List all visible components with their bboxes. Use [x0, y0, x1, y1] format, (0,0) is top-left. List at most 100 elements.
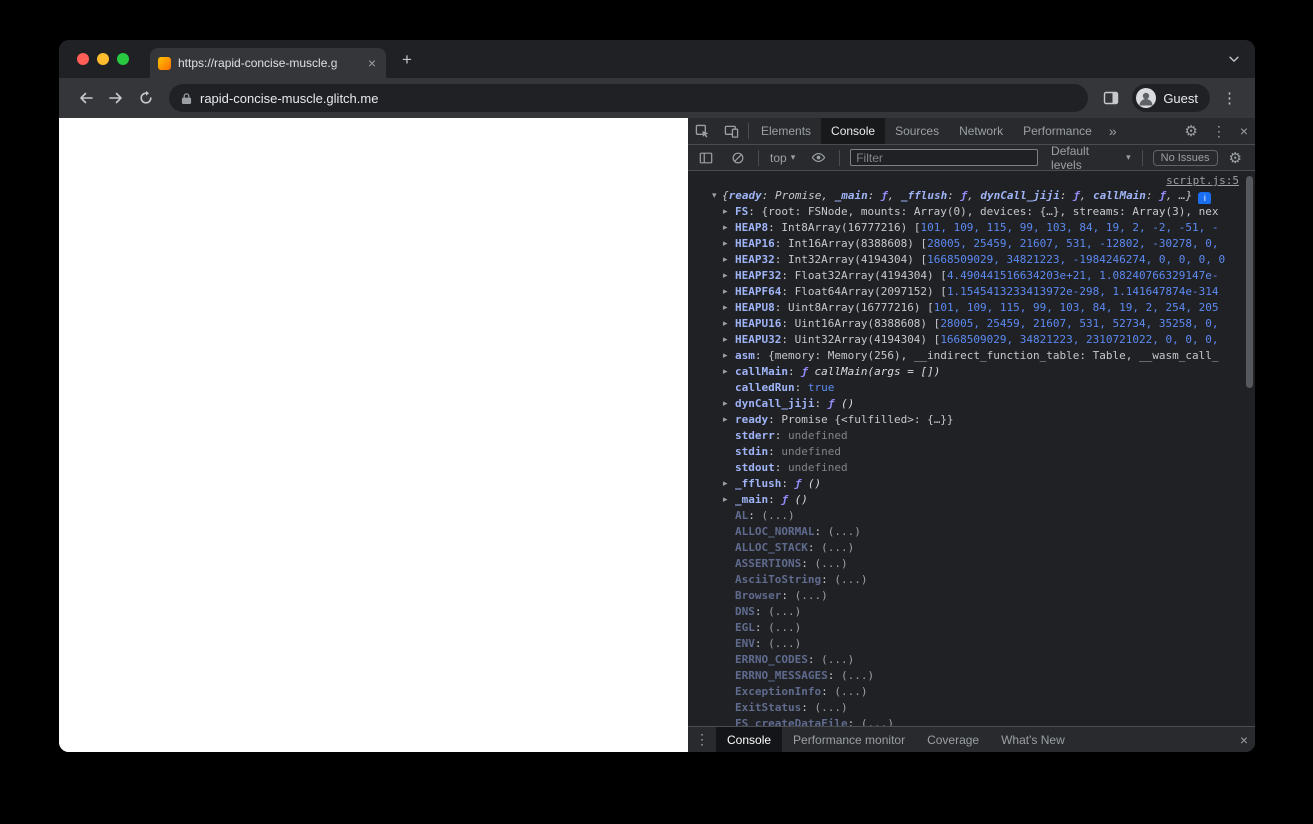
expand-arrow-icon[interactable]: ▸ [723, 476, 728, 492]
tab-network[interactable]: Network [949, 118, 1013, 144]
scrollbar-thumb[interactable] [1246, 176, 1253, 388]
back-button[interactable] [71, 83, 101, 113]
drawer-menu-button[interactable]: ⋮ [688, 731, 716, 748]
getter-ellipsis[interactable]: (...) [841, 669, 874, 682]
devtools-settings-button[interactable]: ⚙ [1177, 122, 1204, 140]
getter-ellipsis[interactable]: (...) [834, 573, 867, 586]
console-text: AL [735, 509, 749, 522]
console-text: : [807, 653, 822, 666]
log-levels-select[interactable]: Default levels ▾ [1046, 144, 1136, 172]
device-toolbar-button[interactable] [717, 118, 746, 144]
getter-ellipsis[interactable]: (...) [762, 509, 795, 522]
console-row[interactable]: ▸ _fflush: ƒ () [688, 476, 1255, 492]
console-text: : Uint8Array(16777216) [ [774, 301, 934, 314]
side-panel-button[interactable] [1096, 83, 1126, 113]
url-bar[interactable] [169, 84, 1089, 112]
console-row: ENV: (...) [688, 636, 1255, 652]
drawer-close-button[interactable]: × [1233, 732, 1255, 748]
expand-arrow-icon[interactable]: ▸ [723, 332, 728, 348]
expand-arrow-icon[interactable]: ▸ [723, 348, 728, 364]
expand-arrow-icon[interactable]: ▸ [723, 316, 728, 332]
console-row[interactable]: ▸ HEAPU16: Uint16Array(8388608) [28005, 2… [688, 316, 1255, 332]
new-tab-button[interactable]: + [396, 49, 418, 70]
getter-ellipsis[interactable]: (...) [768, 637, 801, 650]
console-row[interactable]: ▸ callMain: ƒ callMain(args = []) [688, 364, 1255, 380]
devtools-close-button[interactable]: × [1233, 123, 1255, 139]
forward-button[interactable] [101, 83, 131, 113]
console-row[interactable]: ▸ HEAPF32: Float32Array(4194304) [4.49044… [688, 268, 1255, 284]
console-text: : [847, 717, 861, 726]
console-row[interactable]: ▾ {ready: Promise, _main: ƒ, _fflush: ƒ, … [688, 188, 1255, 204]
console-text: ready [735, 413, 769, 426]
profile-chip[interactable]: Guest [1132, 84, 1210, 112]
expand-arrow-icon[interactable]: ▸ [723, 204, 728, 220]
browser-menu-button[interactable]: ⋮ [1216, 89, 1243, 107]
tab-performance[interactable]: Performance [1013, 118, 1102, 144]
expand-arrow-icon[interactable]: ▸ [723, 364, 728, 380]
console-row[interactable]: ▸ HEAPF64: Float64Array(2097152) [1.15454… [688, 284, 1255, 300]
zoom-window-button[interactable] [117, 53, 129, 65]
console-row[interactable]: ▸ dynCall_jiji: ƒ () [688, 396, 1255, 412]
reload-button[interactable] [131, 83, 161, 113]
getter-ellipsis[interactable]: (...) [828, 525, 861, 538]
console-row[interactable]: ▸ HEAP8: Int8Array(16777216) [101, 109, 1… [688, 220, 1255, 236]
devtools-menu-button[interactable]: ⋮ [1205, 123, 1233, 140]
console-row[interactable]: ▸ HEAP16: Int16Array(8388608) [28005, 254… [688, 236, 1255, 252]
expand-arrow-icon[interactable]: ▸ [723, 300, 728, 316]
tab-search-chevron-icon[interactable] [1227, 52, 1241, 66]
console-text: true [807, 381, 835, 394]
expand-arrow-icon[interactable]: ▸ [723, 236, 728, 252]
getter-ellipsis[interactable]: (...) [768, 621, 801, 634]
console-row[interactable]: ▸ asm: {memory: Memory(256), __indirect_f… [688, 348, 1255, 364]
console-row[interactable]: ▸ HEAPU32: Uint32Array(4194304) [16685090… [688, 332, 1255, 348]
getter-ellipsis[interactable]: (...) [814, 557, 847, 570]
tab-elements[interactable]: Elements [751, 118, 821, 144]
expand-arrow-icon[interactable]: ▸ [723, 284, 728, 300]
clear-console-button[interactable] [724, 145, 752, 170]
tab-console[interactable]: Console [821, 118, 886, 144]
context-selector[interactable]: top ▾ [765, 151, 800, 165]
issues-badge[interactable]: No Issues [1152, 149, 1218, 166]
drawer-tab-console[interactable]: Console [716, 727, 783, 752]
console-row[interactable]: ▸ _main: ƒ () [688, 492, 1255, 508]
console-row[interactable]: ▸ ready: Promise {<fulfilled>: {…}} [688, 412, 1255, 428]
close-window-button[interactable] [77, 53, 89, 65]
expand-arrow-icon[interactable]: ▸ [723, 220, 728, 236]
getter-ellipsis[interactable]: (...) [795, 589, 828, 602]
minimize-window-button[interactable] [97, 53, 109, 65]
console-row: EGL: (...) [688, 620, 1255, 636]
more-tabs-button[interactable]: » [1102, 123, 1124, 139]
expand-arrow-icon[interactable]: ▸ [723, 492, 728, 508]
expand-arrow-icon[interactable]: ▸ [723, 268, 728, 284]
console-row[interactable]: ▸ HEAPU8: Uint8Array(16777216) [101, 109,… [688, 300, 1255, 316]
getter-ellipsis[interactable]: (...) [821, 541, 854, 554]
getter-ellipsis[interactable]: (...) [821, 653, 854, 666]
tab-sources[interactable]: Sources [885, 118, 949, 144]
tab-close-icon[interactable]: × [366, 56, 378, 70]
console-sidebar-button[interactable] [692, 145, 720, 170]
console-text: HEAP16 [735, 237, 775, 250]
scrollbar[interactable] [1245, 171, 1255, 726]
expand-arrow-icon[interactable]: ▸ [723, 396, 728, 412]
drawer-tab-whats-new[interactable]: What's New [990, 727, 1076, 752]
browser-tab[interactable]: https://rapid-concise-muscle.g × [150, 48, 386, 78]
console-text: 101, 109, 115, 99, 103, 84, 19, 2, 254, … [933, 301, 1219, 314]
expand-arrow-icon[interactable]: ▸ [723, 412, 728, 428]
inspect-element-button[interactable] [688, 118, 717, 144]
getter-ellipsis[interactable]: (...) [861, 717, 894, 726]
getter-ellipsis[interactable]: (...) [834, 685, 867, 698]
console-row[interactable]: ▸ HEAP32: Int32Array(4194304) [1668509029… [688, 252, 1255, 268]
url-input[interactable] [200, 90, 1077, 106]
getter-ellipsis[interactable]: (...) [814, 701, 847, 714]
collapse-arrow-icon[interactable]: ▾ [712, 188, 717, 204]
console-row[interactable]: ▸ FS: {root: FSNode, mounts: Array(0), de… [688, 204, 1255, 220]
filter-input[interactable] [850, 149, 1039, 166]
console-settings-button[interactable]: ⚙ [1222, 149, 1249, 167]
source-link[interactable]: script.js:5 [1166, 174, 1239, 187]
getter-ellipsis[interactable]: (...) [768, 605, 801, 618]
expand-arrow-icon[interactable]: ▸ [723, 252, 728, 268]
console-text: HEAPF32 [735, 269, 782, 282]
drawer-tab-coverage[interactable]: Coverage [916, 727, 990, 752]
live-expression-eye-button[interactable] [804, 145, 833, 170]
drawer-tab-performance-monitor[interactable]: Performance monitor [782, 727, 916, 752]
